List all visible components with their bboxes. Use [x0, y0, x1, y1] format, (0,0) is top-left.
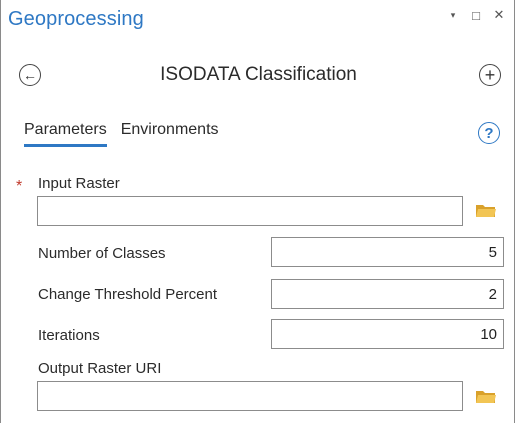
help-icon[interactable]: ?	[478, 122, 500, 144]
input-raster-label: Input Raster	[38, 175, 120, 192]
pane-menu-dropdown-icon[interactable]: ▾	[446, 10, 460, 21]
tab-parameters[interactable]: Parameters	[24, 121, 107, 147]
output-raster-field[interactable]	[37, 381, 463, 411]
close-icon[interactable]: ✕	[492, 7, 506, 23]
iterations-field[interactable]	[271, 319, 504, 349]
required-marker: *	[16, 178, 23, 195]
tab-bar: Parameters Environments	[24, 121, 219, 147]
iterations-label: Iterations	[38, 327, 100, 344]
window-controls: ▾ □ ✕	[446, 7, 506, 23]
input-raster-field[interactable]	[37, 196, 463, 226]
browse-folder-icon[interactable]	[475, 389, 497, 404]
number-of-classes-field[interactable]	[271, 237, 504, 267]
change-threshold-field[interactable]	[271, 279, 504, 309]
geoprocessing-pane: Geoprocessing ▾ □ ✕ ← ISODATA Classifica…	[0, 0, 515, 423]
tab-environments[interactable]: Environments	[121, 121, 219, 147]
maximize-icon[interactable]: □	[469, 8, 483, 23]
browse-folder-icon[interactable]	[475, 203, 497, 218]
pane-title: Geoprocessing	[8, 8, 144, 30]
change-threshold-label: Change Threshold Percent	[38, 286, 218, 303]
add-plus-icon[interactable]: +	[479, 64, 501, 86]
tool-title: ISODATA Classification	[160, 64, 357, 85]
output-raster-label: Output Raster URI	[38, 360, 162, 377]
number-of-classes-label: Number of Classes	[38, 245, 166, 262]
